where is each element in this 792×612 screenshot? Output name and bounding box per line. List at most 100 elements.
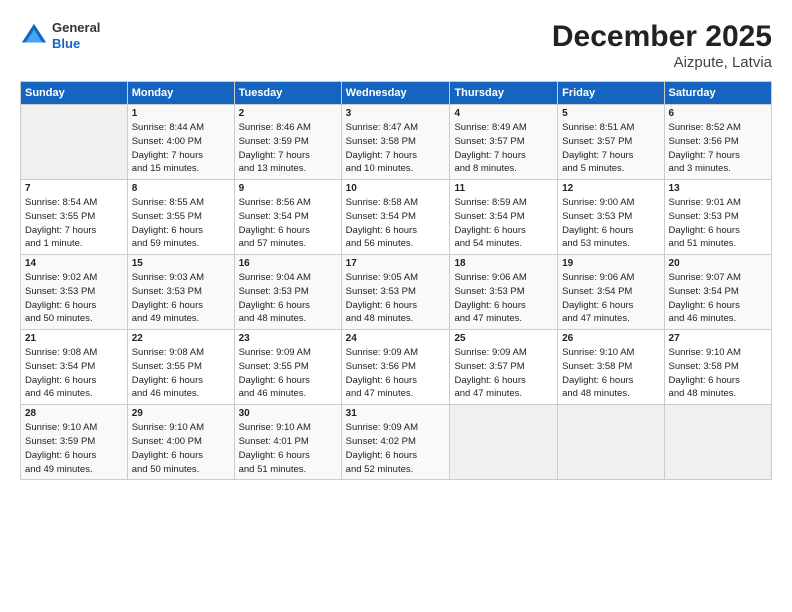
- logo-text: General Blue: [52, 20, 100, 51]
- day-cell: 28 Sunrise: 9:10 AM Sunset: 3:59 PM Dayli…: [21, 405, 128, 480]
- day-info: Sunrise: 9:09 AM Sunset: 3:57 PM Dayligh…: [454, 346, 553, 401]
- day-cell: 22 Sunrise: 9:08 AM Sunset: 3:55 PM Dayli…: [127, 330, 234, 405]
- page-title: December 2025: [552, 20, 772, 54]
- day-number: 9: [239, 183, 337, 194]
- col-header-monday: Monday: [127, 82, 234, 105]
- week-row-4: 28 Sunrise: 9:10 AM Sunset: 3:59 PM Dayli…: [21, 405, 772, 480]
- week-row-3: 21Sunrise: 9:08 AM Sunset: 3:54 PM Dayli…: [21, 330, 772, 405]
- logo: General Blue: [20, 20, 100, 51]
- day-cell: 12 Sunrise: 9:00 AM Sunset: 3:53 PM Dayli…: [558, 180, 664, 255]
- day-cell: 1 Sunrise: 8:44 AM Sunset: 4:00 PM Daylig…: [127, 105, 234, 180]
- day-number: 12: [562, 183, 659, 194]
- day-cell: 11Sunrise: 8:59 AM Sunset: 3:54 PM Dayli…: [450, 180, 558, 255]
- day-info: Sunrise: 9:08 AM Sunset: 3:55 PM Dayligh…: [132, 346, 230, 401]
- day-number: 1: [132, 108, 230, 119]
- day-cell: 4 Sunrise: 8:49 AM Sunset: 3:57 PM Daylig…: [450, 105, 558, 180]
- week-row-1: 7 Sunrise: 8:54 AM Sunset: 3:55 PM Daylig…: [21, 180, 772, 255]
- day-number: 27: [669, 333, 767, 344]
- logo-icon: [20, 22, 48, 50]
- day-info: Sunrise: 9:01 AM Sunset: 3:53 PM Dayligh…: [669, 196, 767, 251]
- day-cell: 9 Sunrise: 8:56 AM Sunset: 3:54 PM Daylig…: [234, 180, 341, 255]
- day-number: 3: [346, 108, 446, 119]
- day-info: Sunrise: 8:49 AM Sunset: 3:57 PM Dayligh…: [454, 121, 553, 176]
- week-row-2: 14Sunrise: 9:02 AM Sunset: 3:53 PM Dayli…: [21, 255, 772, 330]
- day-number: 23: [239, 333, 337, 344]
- day-cell: [558, 405, 664, 480]
- day-cell: 10 Sunrise: 8:58 AM Sunset: 3:54 PM Dayli…: [341, 180, 450, 255]
- day-info: Sunrise: 8:46 AM Sunset: 3:59 PM Dayligh…: [239, 121, 337, 176]
- day-info: Sunrise: 9:08 AM Sunset: 3:54 PM Dayligh…: [25, 346, 123, 401]
- day-number: 18: [454, 258, 553, 269]
- day-number: 28: [25, 408, 123, 419]
- day-cell: 20 Sunrise: 9:07 AM Sunset: 3:54 PM Dayli…: [664, 255, 771, 330]
- week-row-0: 1 Sunrise: 8:44 AM Sunset: 4:00 PM Daylig…: [21, 105, 772, 180]
- day-cell: 19Sunrise: 9:06 AM Sunset: 3:54 PM Dayli…: [558, 255, 664, 330]
- day-info: Sunrise: 9:07 AM Sunset: 3:54 PM Dayligh…: [669, 271, 767, 326]
- day-info: Sunrise: 9:10 AM Sunset: 4:01 PM Dayligh…: [239, 421, 337, 476]
- day-info: Sunrise: 9:05 AM Sunset: 3:53 PM Dayligh…: [346, 271, 446, 326]
- day-number: 24: [346, 333, 446, 344]
- logo-blue: Blue: [52, 36, 100, 52]
- day-cell: 18 Sunrise: 9:06 AM Sunset: 3:53 PM Dayli…: [450, 255, 558, 330]
- day-info: Sunrise: 9:06 AM Sunset: 3:54 PM Dayligh…: [562, 271, 659, 326]
- day-info: Sunrise: 9:10 AM Sunset: 3:58 PM Dayligh…: [669, 346, 767, 401]
- day-info: Sunrise: 8:47 AM Sunset: 3:58 PM Dayligh…: [346, 121, 446, 176]
- day-number: 15: [132, 258, 230, 269]
- day-number: 2: [239, 108, 337, 119]
- day-info: Sunrise: 8:54 AM Sunset: 3:55 PM Dayligh…: [25, 196, 123, 251]
- day-cell: 17 Sunrise: 9:05 AM Sunset: 3:53 PM Dayli…: [341, 255, 450, 330]
- day-number: 4: [454, 108, 553, 119]
- day-info: Sunrise: 9:00 AM Sunset: 3:53 PM Dayligh…: [562, 196, 659, 251]
- day-cell: [450, 405, 558, 480]
- day-info: Sunrise: 9:09 AM Sunset: 3:55 PM Dayligh…: [239, 346, 337, 401]
- day-number: 20: [669, 258, 767, 269]
- day-info: Sunrise: 8:58 AM Sunset: 3:54 PM Dayligh…: [346, 196, 446, 251]
- day-number: 25: [454, 333, 553, 344]
- logo-general: General: [52, 20, 100, 36]
- day-info: Sunrise: 9:09 AM Sunset: 4:02 PM Dayligh…: [346, 421, 446, 476]
- day-info: Sunrise: 9:10 AM Sunset: 4:00 PM Dayligh…: [132, 421, 230, 476]
- day-info: Sunrise: 9:09 AM Sunset: 3:56 PM Dayligh…: [346, 346, 446, 401]
- day-cell: 2 Sunrise: 8:46 AM Sunset: 3:59 PM Daylig…: [234, 105, 341, 180]
- day-number: 17: [346, 258, 446, 269]
- day-cell: 23 Sunrise: 9:09 AM Sunset: 3:55 PM Dayli…: [234, 330, 341, 405]
- day-number: 22: [132, 333, 230, 344]
- day-info: Sunrise: 8:56 AM Sunset: 3:54 PM Dayligh…: [239, 196, 337, 251]
- day-info: Sunrise: 9:04 AM Sunset: 3:53 PM Dayligh…: [239, 271, 337, 326]
- col-header-sunday: Sunday: [21, 82, 128, 105]
- day-cell: 3 Sunrise: 8:47 AM Sunset: 3:58 PM Daylig…: [341, 105, 450, 180]
- col-header-saturday: Saturday: [664, 82, 771, 105]
- day-cell: 30 Sunrise: 9:10 AM Sunset: 4:01 PM Dayli…: [234, 405, 341, 480]
- day-info: Sunrise: 8:44 AM Sunset: 4:00 PM Dayligh…: [132, 121, 230, 176]
- day-number: 6: [669, 108, 767, 119]
- day-cell: 8Sunrise: 8:55 AM Sunset: 3:55 PM Daylig…: [127, 180, 234, 255]
- day-number: 31: [346, 408, 446, 419]
- col-header-friday: Friday: [558, 82, 664, 105]
- day-info: Sunrise: 8:59 AM Sunset: 3:54 PM Dayligh…: [454, 196, 553, 251]
- title-block: December 2025 Aizpute, Latvia: [552, 20, 772, 71]
- day-number: 7: [25, 183, 123, 194]
- day-cell: 7 Sunrise: 8:54 AM Sunset: 3:55 PM Daylig…: [21, 180, 128, 255]
- day-info: Sunrise: 9:06 AM Sunset: 3:53 PM Dayligh…: [454, 271, 553, 326]
- day-number: 29: [132, 408, 230, 419]
- day-info: Sunrise: 8:55 AM Sunset: 3:55 PM Dayligh…: [132, 196, 230, 251]
- day-cell: 25 Sunrise: 9:09 AM Sunset: 3:57 PM Dayli…: [450, 330, 558, 405]
- day-number: 10: [346, 183, 446, 194]
- day-cell: 26Sunrise: 9:10 AM Sunset: 3:58 PM Dayli…: [558, 330, 664, 405]
- day-cell: 16 Sunrise: 9:04 AM Sunset: 3:53 PM Dayli…: [234, 255, 341, 330]
- day-info: Sunrise: 9:10 AM Sunset: 3:59 PM Dayligh…: [25, 421, 123, 476]
- day-cell: 21Sunrise: 9:08 AM Sunset: 3:54 PM Dayli…: [21, 330, 128, 405]
- calendar-header-row: SundayMondayTuesdayWednesdayThursdayFrid…: [21, 82, 772, 105]
- col-header-tuesday: Tuesday: [234, 82, 341, 105]
- calendar-table: SundayMondayTuesdayWednesdayThursdayFrid…: [20, 81, 772, 480]
- day-cell: 29 Sunrise: 9:10 AM Sunset: 4:00 PM Dayli…: [127, 405, 234, 480]
- day-cell: 13Sunrise: 9:01 AM Sunset: 3:53 PM Dayli…: [664, 180, 771, 255]
- day-number: 26: [562, 333, 659, 344]
- day-number: 5: [562, 108, 659, 119]
- day-cell: 14Sunrise: 9:02 AM Sunset: 3:53 PM Dayli…: [21, 255, 128, 330]
- day-number: 16: [239, 258, 337, 269]
- col-header-wednesday: Wednesday: [341, 82, 450, 105]
- day-cell: 27 Sunrise: 9:10 AM Sunset: 3:58 PM Dayli…: [664, 330, 771, 405]
- day-cell: 24 Sunrise: 9:09 AM Sunset: 3:56 PM Dayli…: [341, 330, 450, 405]
- day-number: 30: [239, 408, 337, 419]
